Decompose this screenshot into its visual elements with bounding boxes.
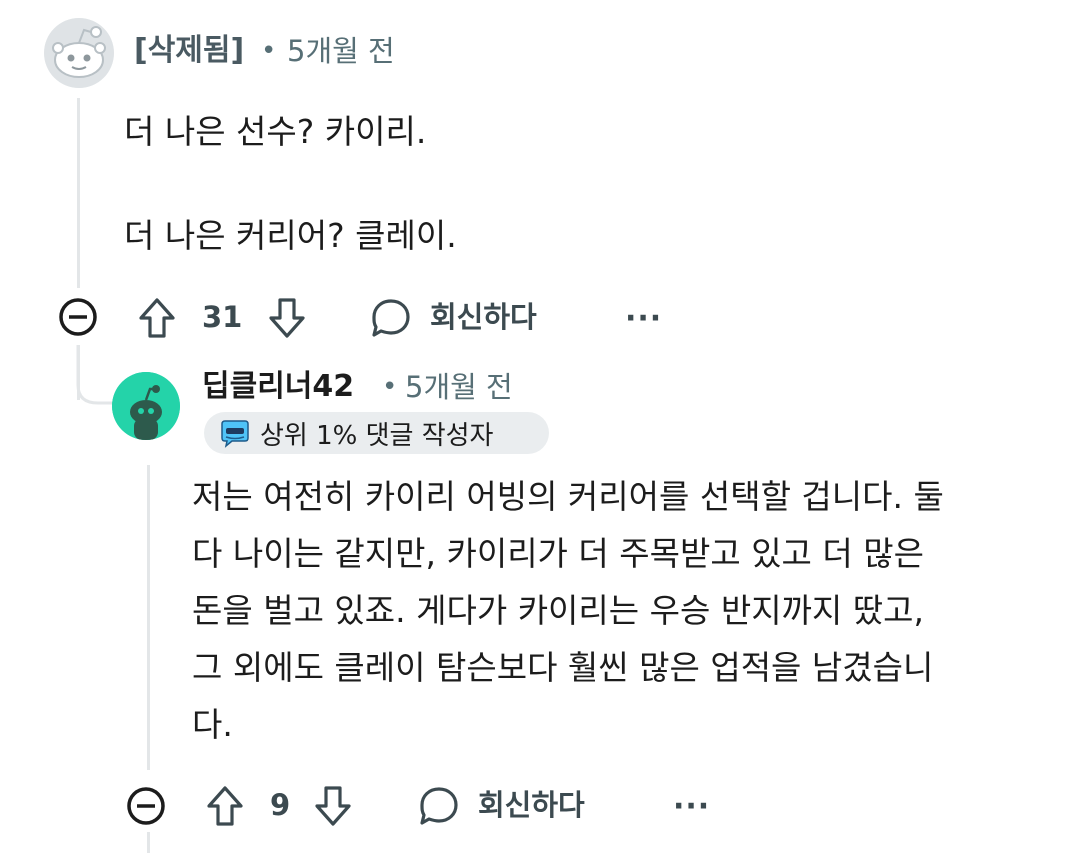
reply-button[interactable]: 회신하다: [430, 299, 537, 335]
thread-line-top[interactable]: [77, 98, 80, 288]
comment-line: 다 나이는 같지만, 카이리가 더 주목받고 있고 더 많은: [192, 534, 924, 573]
downvote-icon[interactable]: [267, 296, 307, 340]
reply-icon[interactable]: [369, 296, 413, 340]
snoo-avatar-icon: [112, 372, 180, 440]
more-options-button[interactable]: ···: [673, 792, 710, 822]
more-options-button[interactable]: ···: [625, 304, 662, 334]
deleted-user-snoo-icon: [44, 18, 114, 88]
comment-line: 저는 여전히 카이리 어빙의 커리어를 선택할 겁니다. 둘: [192, 477, 944, 516]
comment-line: 그 외에도 클레이 탐슨보다 훨씬 많은 업적을 남겼습니: [192, 648, 934, 687]
meta-separator: •: [261, 36, 277, 66]
thread-line-reply[interactable]: [147, 465, 150, 770]
username[interactable]: 딥클리너42: [202, 369, 354, 405]
downvote-icon[interactable]: [313, 784, 353, 828]
meta-separator: •: [382, 372, 398, 402]
upvote-icon[interactable]: [137, 296, 177, 340]
comment-body: 더 나은 선수? 카이리. 더 나은 커리어? 클레이.: [124, 112, 457, 255]
flair-label: 상위 1% 댓글 작성자: [260, 420, 494, 451]
thread-line-reply-lower[interactable]: [147, 832, 150, 853]
collapse-icon[interactable]: [125, 785, 167, 827]
reply-icon[interactable]: [417, 784, 461, 828]
comment-line: 다.: [192, 705, 233, 744]
upvote-icon[interactable]: [205, 784, 245, 828]
avatar[interactable]: [112, 372, 180, 440]
username[interactable]: [삭제됨]: [134, 33, 244, 69]
comment-line: 돈을 벌고 있죠. 게다가 카이리는 우승 반지까지 땄고,: [192, 591, 924, 630]
vote-score: 9: [270, 788, 291, 822]
top-commenter-badge-icon: [221, 420, 249, 448]
timestamp: 5개월 전: [405, 370, 513, 404]
avatar[interactable]: [44, 18, 114, 88]
user-flair: 상위 1% 댓글 작성자: [204, 412, 549, 454]
vote-score: 31: [202, 300, 243, 334]
timestamp: 5개월 전: [287, 34, 395, 68]
reply-button[interactable]: 회신하다: [478, 787, 585, 823]
collapse-icon[interactable]: [57, 296, 99, 338]
